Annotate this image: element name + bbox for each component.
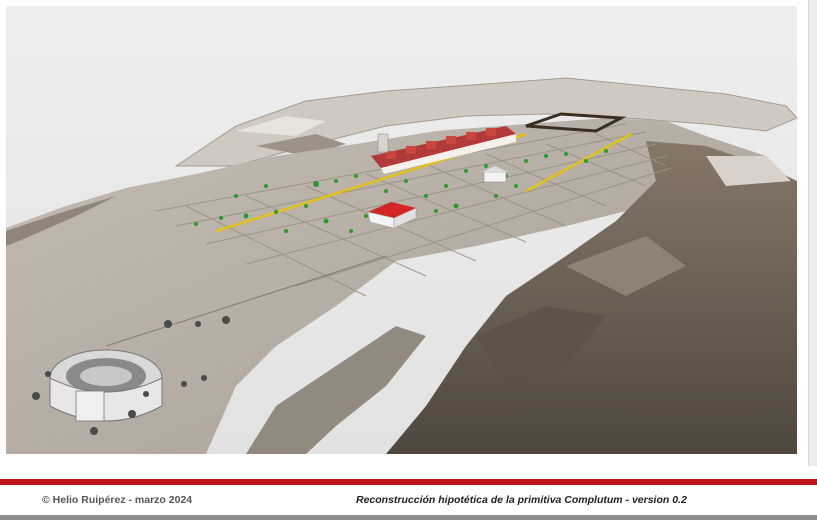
document-title: Reconstrucción hipotética de la primitiv… [356,494,687,506]
amphitheater-icon [49,349,163,422]
city-reconstruction-render [6,6,797,454]
render-viewport [6,6,797,454]
bottom-strip [0,515,817,520]
copyright-text: © Helio Ruipérez - marzo 2024 [42,494,193,506]
scrollbar-rail[interactable] [808,0,817,466]
footer: © Helio Ruipérez - marzo 2024 Reconstruc… [0,485,817,513]
